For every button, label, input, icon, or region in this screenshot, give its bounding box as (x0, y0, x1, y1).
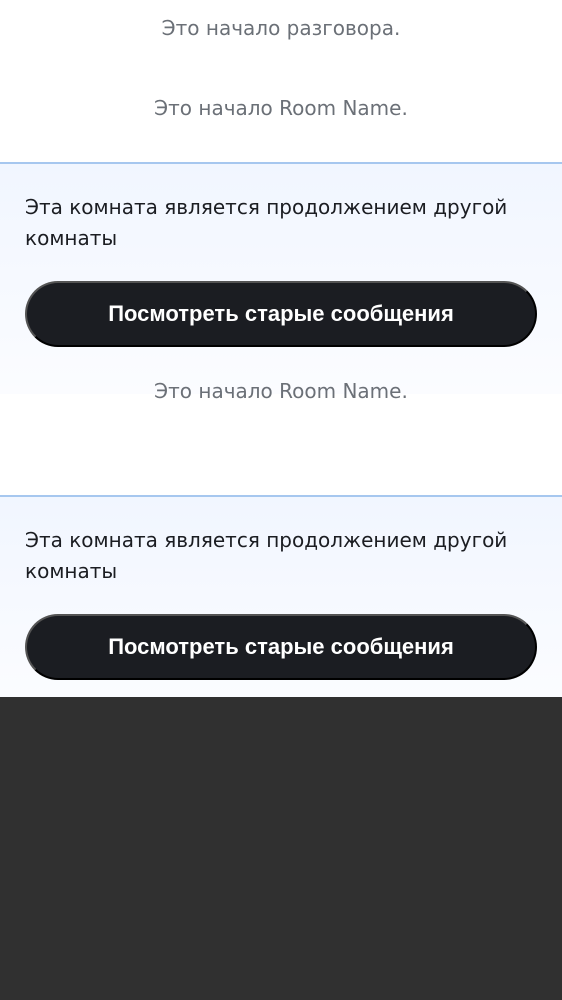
room-start-notice: Это начало Room Name. (154, 379, 408, 403)
room-upgrade-panel: Эта комната является продолжением другой… (0, 495, 562, 697)
room-upgrade-text: Эта комната является продолжением другой… (25, 195, 508, 250)
room-upgrade-panel: Эта комната является продолжением другой… (0, 162, 562, 394)
view-old-messages-button[interactable]: Посмотреть старые сообщения (25, 614, 537, 680)
view-old-messages-button[interactable]: Посмотреть старые сообщения (25, 281, 537, 347)
empty-background-area (0, 697, 562, 1000)
chat-timeline: Это начало разговора. Это начало Room Na… (0, 0, 562, 697)
room-upgrade-text: Эта комната является продолжением другой… (25, 528, 508, 583)
room-start-notice: Это начало Room Name. (154, 96, 408, 120)
conversation-start-notice: Это начало разговора. (161, 16, 401, 40)
